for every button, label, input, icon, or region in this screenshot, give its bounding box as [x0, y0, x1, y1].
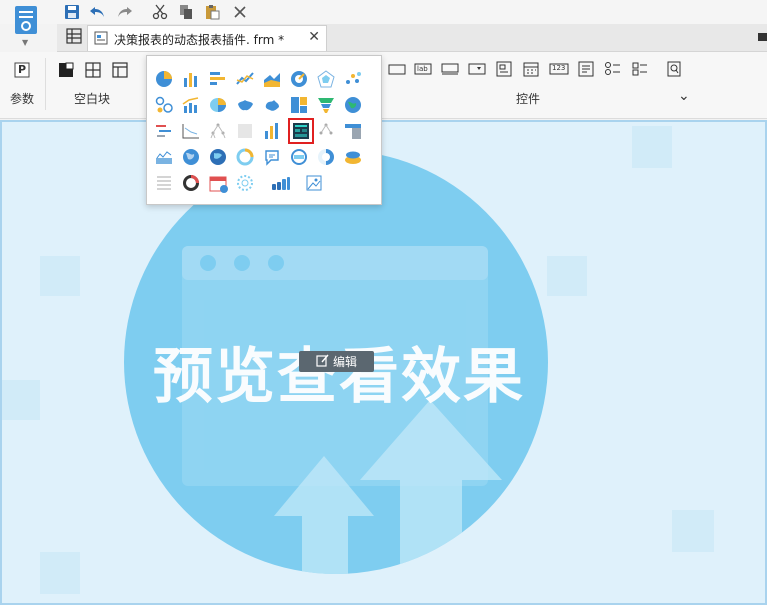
region-map-icon[interactable] — [263, 96, 281, 114]
multi-series-icon[interactable] — [155, 148, 173, 166]
globe-icon[interactable] — [209, 148, 227, 166]
number-card-icon[interactable] — [290, 148, 308, 166]
paste-icon[interactable] — [202, 2, 222, 22]
frame-chart-icon[interactable] — [182, 122, 200, 140]
selected-chart-highlight — [288, 118, 314, 144]
bg-tile — [2, 380, 40, 420]
split-layout-icon[interactable] — [85, 62, 103, 80]
donut-chart-icon[interactable] — [182, 174, 200, 192]
stepped-bar-icon[interactable] — [271, 174, 290, 192]
logo-dropdown-icon[interactable]: ▼ — [22, 38, 28, 47]
image-map-icon[interactable] — [305, 174, 323, 192]
ribbon-separator — [45, 58, 46, 110]
radial-dots-icon[interactable] — [236, 174, 254, 192]
globe-map-icon[interactable] — [344, 96, 362, 114]
bar-chart-icon[interactable] — [182, 70, 200, 88]
combo-chart-icon[interactable] — [182, 96, 200, 114]
horizontal-bar-icon[interactable] — [209, 70, 227, 88]
controls-group-label: 控件 — [516, 92, 541, 106]
tab-layout-icon[interactable] — [112, 62, 130, 80]
ribbon-toolbar: P 参数 空白块 lab 123 控件 ⌄ — [0, 52, 767, 119]
grid-view-icon[interactable] — [66, 28, 82, 47]
copy-icon[interactable] — [176, 2, 196, 22]
dropdown-control-icon[interactable] — [468, 62, 486, 80]
absolute-layout-icon[interactable] — [58, 62, 76, 80]
table-chart-icon[interactable] — [344, 122, 362, 140]
ring-progress-icon[interactable] — [236, 148, 254, 166]
date-control-icon[interactable] — [522, 60, 540, 78]
pie-chart-icon[interactable] — [155, 70, 173, 88]
save-icon[interactable] — [62, 2, 82, 22]
label-control-text: lab — [417, 65, 428, 73]
cut-icon[interactable] — [150, 2, 170, 22]
textbox-control-icon[interactable] — [441, 62, 459, 80]
button-control-icon[interactable] — [388, 62, 406, 80]
radio-group-icon[interactable] — [604, 60, 622, 78]
quick-access-bar — [0, 0, 767, 24]
redo-icon[interactable] — [114, 2, 134, 22]
form-file-icon — [94, 31, 108, 48]
edit-button[interactable]: 编辑 — [299, 351, 374, 372]
ribbon-collapse-button[interactable]: ⌄ — [678, 88, 690, 104]
area-chart-icon[interactable] — [263, 70, 281, 88]
bg-tile — [672, 510, 714, 552]
param-group-label: 参数 — [10, 92, 35, 106]
tree-chart-icon[interactable] — [209, 122, 227, 140]
scatter-chart-icon[interactable] — [344, 70, 362, 88]
edit-button-label: 编辑 — [332, 355, 357, 369]
column-chart-icon[interactable] — [263, 122, 281, 140]
funnel-chart-icon[interactable] — [317, 96, 335, 114]
org-tree-icon[interactable] — [317, 122, 335, 140]
gauge-chart-icon[interactable] — [290, 70, 308, 88]
blank-block-group-label: 空白块 — [74, 92, 111, 106]
word-cloud-icon[interactable] — [263, 148, 281, 166]
window-menu-icon[interactable] — [758, 33, 767, 41]
calendar-chart-icon[interactable] — [209, 174, 228, 193]
file-tab[interactable]: 决策报表的动态报表插件. frm * ✕ — [87, 25, 327, 51]
number-control-text: 123 — [552, 64, 566, 72]
treemap-chart-icon[interactable] — [290, 96, 308, 114]
number-control-icon[interactable]: 123 — [549, 62, 569, 80]
donut-3d-icon[interactable] — [209, 96, 227, 114]
blank-chart-icon[interactable] — [236, 122, 254, 140]
text-list-icon[interactable] — [155, 174, 173, 192]
world-map-icon[interactable] — [182, 148, 200, 166]
delete-icon[interactable] — [230, 2, 250, 22]
bubble-chart-icon[interactable] — [155, 96, 173, 114]
radar-chart-icon[interactable] — [317, 70, 335, 88]
parameter-icon-letter: P — [18, 63, 27, 76]
gantt-chart-icon[interactable] — [155, 122, 173, 140]
edit-icon — [316, 354, 329, 370]
rotation-chart-icon[interactable] — [344, 148, 362, 166]
file-tab-label: 决策报表的动态报表插件. frm * — [114, 33, 285, 47]
bg-tile — [632, 126, 672, 168]
drilldown-control-icon[interactable] — [495, 60, 513, 78]
line-chart-icon[interactable] — [236, 70, 254, 88]
bg-tile — [40, 256, 80, 296]
checkbox-group-icon[interactable] — [631, 60, 649, 78]
liquid-gauge-icon[interactable] — [317, 148, 335, 166]
bg-tile — [40, 552, 80, 594]
parameter-icon[interactable]: P — [14, 62, 32, 80]
map-chart-icon[interactable] — [236, 96, 254, 114]
list-control-icon[interactable] — [577, 60, 595, 78]
close-tab-button[interactable]: ✕ — [308, 29, 320, 45]
search-query-icon[interactable] — [665, 60, 683, 78]
label-control-icon[interactable]: lab — [414, 62, 432, 80]
undo-icon[interactable] — [88, 2, 108, 22]
bg-tile — [547, 256, 587, 296]
chart-type-popup — [146, 55, 382, 205]
